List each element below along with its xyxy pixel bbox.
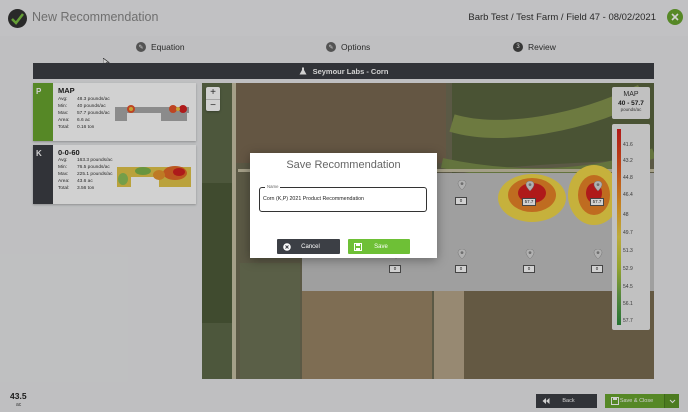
name-input[interactable]	[263, 196, 423, 202]
close-circle-icon	[283, 242, 291, 251]
save-label: Save	[374, 243, 388, 250]
name-field[interactable]: Name	[259, 184, 427, 212]
field-label: Name	[265, 184, 281, 189]
save-recommendation-dialog: Save Recommendation Name Cancel Save	[250, 153, 437, 258]
dialog-title: Save Recommendation	[286, 159, 401, 171]
cancel-button[interactable]: Cancel	[277, 239, 340, 254]
save-icon	[354, 242, 362, 251]
save-button[interactable]: Save	[348, 239, 410, 254]
cancel-label: Cancel	[301, 243, 320, 250]
